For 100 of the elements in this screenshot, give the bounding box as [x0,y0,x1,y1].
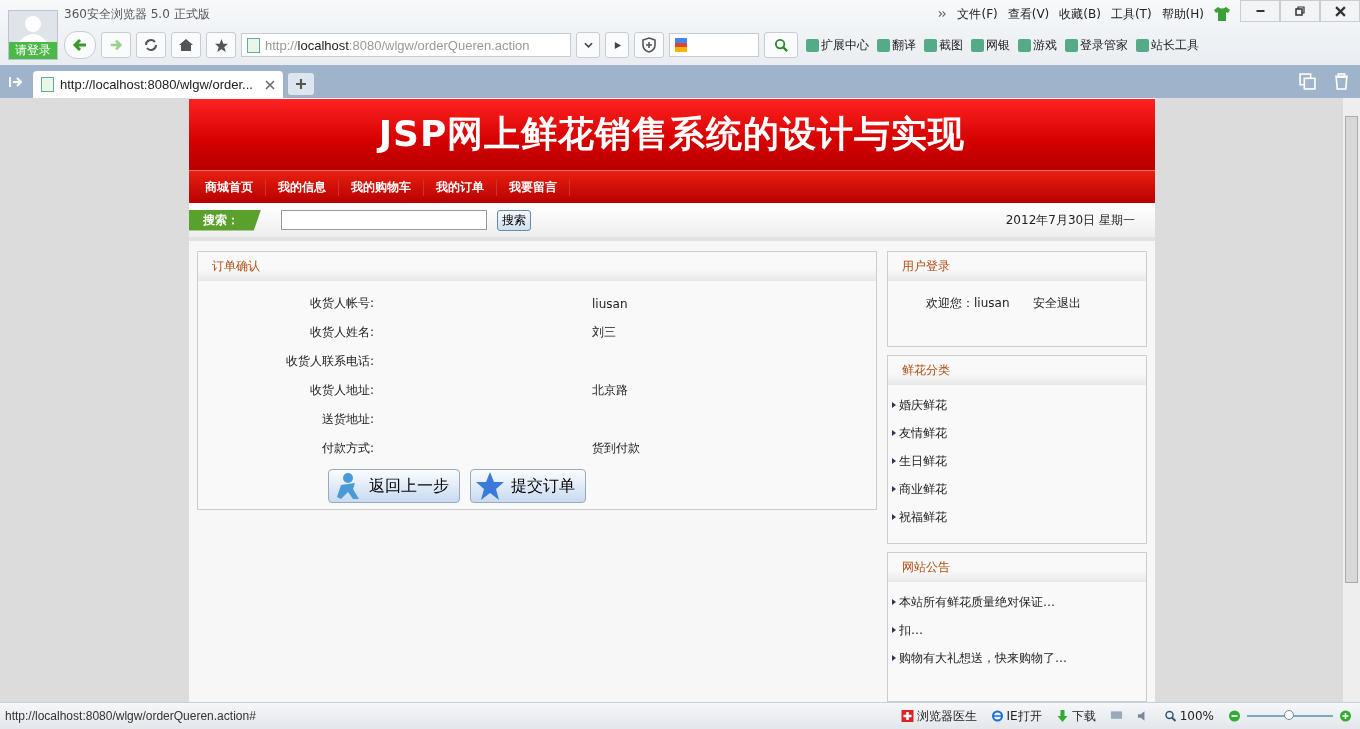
toolbar-tool[interactable]: 翻译 [877,36,916,54]
field-label: 收货人地址: [308,382,374,399]
restore-button[interactable] [1280,0,1320,22]
shield-button[interactable] [634,32,664,58]
address-field[interactable]: http://localhost:8080/wlgw/orderQueren.action [241,33,571,57]
menu-item[interactable]: 收藏(B) [1059,5,1101,23]
monitor-icon[interactable] [1109,710,1123,722]
field-value: 刘三 [592,325,616,339]
category-link[interactable]: 商业鲜花 [899,480,947,498]
search-field[interactable] [281,210,487,230]
scrollbar[interactable] [1343,98,1360,702]
search-engine-logo-icon [675,38,687,52]
plus-icon [295,78,307,90]
back-button[interactable] [64,31,96,59]
download-arrow-icon [1055,710,1069,722]
field-label: 收货人姓名: [308,324,374,341]
bullet-icon [892,486,896,492]
menu-item[interactable]: 工具(T) [1110,5,1152,23]
field-value: 北京路 [592,383,628,397]
logout-link[interactable]: 安全退出 [1033,295,1082,312]
bullet-icon [892,458,896,464]
nav-link[interactable]: 我的购物车 [339,178,424,196]
notice-link[interactable]: 购物有大礼想送，快来购物了… [899,649,1067,667]
back-button[interactable]: 返回上一步 [328,469,460,503]
magnifier-icon [1163,710,1177,722]
first-aid-icon [900,710,914,722]
bullet-icon [892,655,896,661]
category-link[interactable]: 友情鲜花 [899,424,947,442]
bullet-icon [892,514,896,520]
toolbar-tool[interactable]: 站长工具 [1136,36,1199,54]
notice-link[interactable]: 本站所有鲜花质量绝对保证… [899,593,1055,611]
status-url: http://localhost:8080/wlgw/orderQueren.action# [5,709,256,723]
nav-link[interactable]: 我要留言 [497,178,570,196]
bullet-icon [892,627,896,633]
toolbar-tool[interactable]: 网银 [971,36,1010,54]
download-button[interactable]: 下载 [1055,707,1096,725]
welcome-text: 欢迎您：liusan [926,295,1010,312]
back-arrow-icon [72,37,88,53]
chevron-down-icon [583,42,593,48]
field-value: 货到付款 [592,441,640,455]
field-value: liusan [592,296,628,311]
bullet-icon [892,402,896,408]
field-label: 送货地址: [320,411,374,428]
home-icon [178,37,194,53]
home-button[interactable] [171,32,201,58]
menu-item[interactable]: 文件(F) [957,5,998,23]
page-icon [247,37,260,53]
menu-item[interactable]: 帮助(H) [1161,5,1204,23]
field-label: 收货人联系电话: [284,353,374,370]
notice-link[interactable]: 扣… [899,621,923,639]
zoom-out-icon[interactable] [1228,710,1241,722]
zoom-button[interactable]: 100% [1163,709,1214,723]
forward-arrow-icon [109,38,123,52]
field-label: 付款方式: [320,440,374,457]
bullet-icon [892,430,896,436]
category-link[interactable]: 生日鲜花 [899,452,947,470]
search-button[interactable] [764,32,798,58]
category-link[interactable]: 婚庆鲜花 [899,396,947,414]
close-button[interactable] [1320,0,1360,22]
restore-icon [1295,6,1305,16]
minimize-icon [1255,10,1265,12]
new-tab-button[interactable] [288,73,314,95]
shirt-icon[interactable] [1214,7,1230,21]
sidebar-toggle-icon[interactable] [8,75,22,88]
go-button[interactable] [605,32,629,58]
close-icon [1334,5,1346,17]
double-chevron-icon[interactable] [938,10,948,18]
toolbar-tool[interactable]: 登录管家 [1065,36,1128,54]
nav-link[interactable]: 商城首页 [193,178,266,196]
toolbar-tool[interactable]: 截图 [924,36,963,54]
toolbar-tool[interactable]: 游戏 [1018,36,1057,54]
nav-link[interactable]: 我的信息 [266,178,339,196]
search-button[interactable]: 搜索 [497,209,531,231]
ie-logo-icon [990,710,1004,722]
dropdown-button[interactable] [576,32,600,58]
refresh-button[interactable] [136,32,166,58]
date-text: 2012年7月30日 星期一 [1005,211,1135,229]
category-link[interactable]: 祝福鲜花 [899,508,947,526]
trash-icon[interactable] [1333,73,1350,90]
play-icon [612,40,622,50]
menu-item[interactable]: 查看(V) [1007,5,1050,23]
browser-doctor-button[interactable]: 浏览器医生 [900,707,977,725]
ie-open-button[interactable]: IE打开 [990,707,1042,725]
browser-tab[interactable]: http://localhost:8080/wlgw/order... [33,71,283,98]
star-icon [475,471,505,501]
toolbar-tool[interactable]: 扩展中心 [806,36,869,54]
star-icon [213,37,229,53]
search-icon [773,37,789,53]
favorite-button[interactable] [206,32,236,58]
windows-icon[interactable] [1299,73,1316,90]
search-label: 搜索： [189,209,261,231]
window-title: 360安全浏览器 5.0 正式版 [64,5,210,23]
submit-order-button[interactable]: 提交订单 [470,469,586,503]
field-label: 收货人帐号: [308,295,374,312]
nav-link[interactable]: 我的订单 [424,178,497,196]
close-icon[interactable] [265,79,275,90]
search-engine-field[interactable] [669,33,759,57]
zoom-in-icon[interactable] [1339,710,1352,722]
bullet-icon [892,599,896,605]
site-title: JSP网上鲜花销售系统的设计与实现 [378,112,966,156]
